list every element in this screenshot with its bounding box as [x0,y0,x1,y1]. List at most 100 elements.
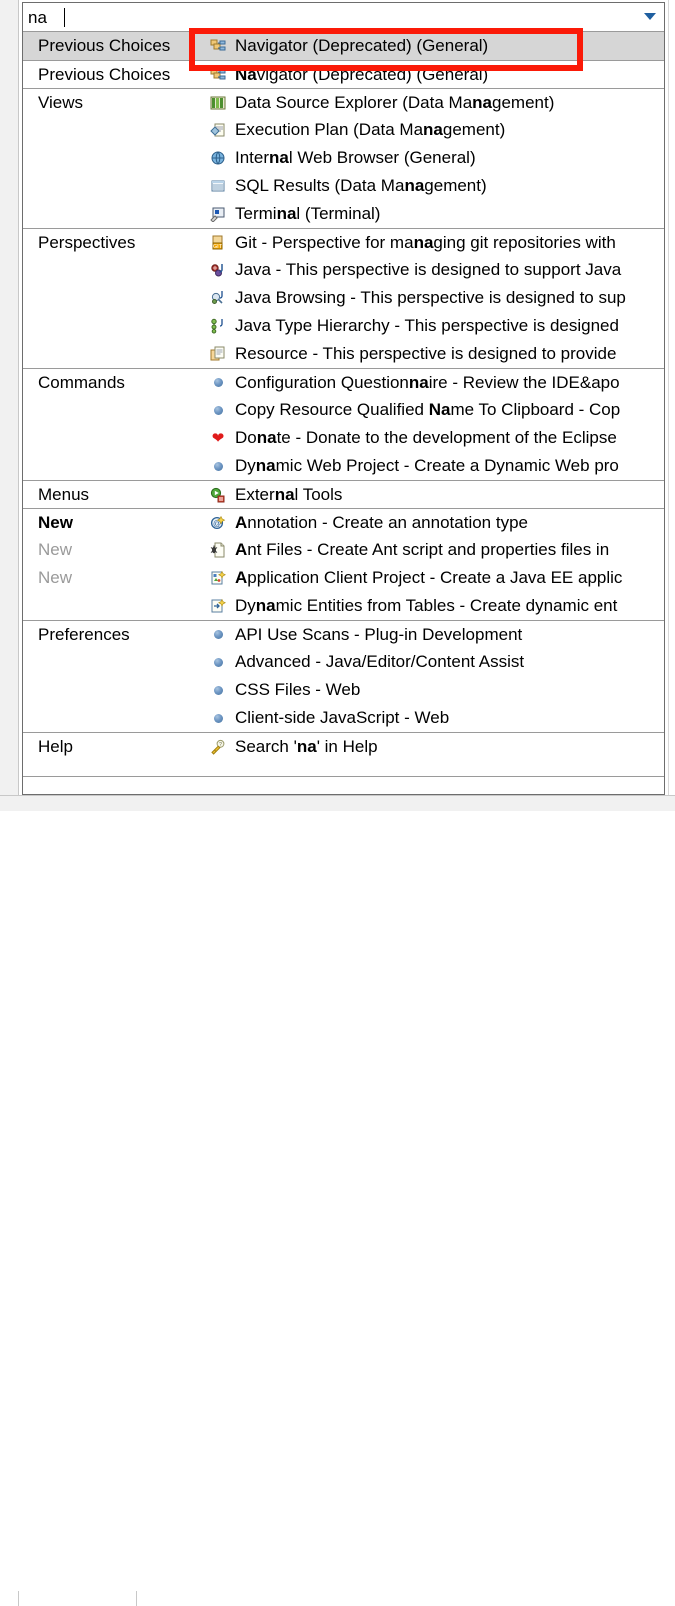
quick-access-search-row[interactable] [23,3,664,32]
result-row[interactable]: Client-side JavaScript - Web [23,704,664,732]
match-highlight: Na [235,65,257,84]
donate-heart-icon: ❤ [203,432,233,445]
java-type-hierarchy-icon [203,318,233,334]
result-label: Application Client Project - Create a Ja… [233,568,664,588]
search-input[interactable] [28,6,618,29]
result-label: External Tools [233,485,664,505]
result-label: Internal Web Browser (General) [233,148,664,168]
result-row[interactable]: Dynamic Entities from Tables - Create dy… [23,592,664,620]
result-row[interactable]: ViewsData Source Explorer (Data Manageme… [23,88,664,116]
match-highlight: Na [429,400,451,419]
external-tools-icon [203,487,233,503]
navigator-view-icon [203,67,233,83]
result-label: Terminal (Terminal) [233,204,664,224]
result-row[interactable]: Copy Resource Qualified Name To Clipboar… [23,396,664,424]
result-label: SQL Results (Data Management) [233,176,664,196]
result-category-label: New [23,513,203,533]
result-category-label: Preferences [23,625,203,645]
result-row[interactable]: Advanced - Java/Editor/Content Assist [23,648,664,676]
command-dot-icon [203,378,233,387]
result-label: Java Type Hierarchy - This perspective i… [233,316,664,336]
command-dot-icon [203,462,233,471]
result-label: Navigator (Deprecated) (General) [233,36,664,56]
result-label: Execution Plan (Data Management) [233,120,664,140]
result-row[interactable]: Java Browsing - This perspective is desi… [23,284,664,312]
background-cell-divider [18,1591,19,1606]
result-label: Java Browsing - This perspective is desi… [233,288,664,308]
result-label: Client-side JavaScript - Web [233,708,664,728]
result-row[interactable]: CSS Files - Web [23,676,664,704]
result-label: API Use Scans - Plug-in Development [233,625,664,645]
result-label: Data Source Explorer (Data Management) [233,93,664,113]
result-category-label: New [23,540,203,560]
result-label: Dynamic Entities from Tables - Create dy… [233,596,664,616]
background-row-header-strip [0,0,19,810]
text-caret [64,8,65,27]
match-highlight: na [256,456,276,475]
match-highlight: na [269,148,289,167]
annotation-type-icon: @ [203,515,233,531]
result-row[interactable]: Terminal (Terminal) [23,200,664,228]
chevron-down-icon[interactable] [644,13,656,20]
result-row[interactable]: Execution Plan (Data Management) [23,116,664,144]
match-highlight: na [277,204,297,223]
result-label: Search 'na' in Help [233,737,664,757]
result-row[interactable]: Previous ChoicesNavigator (Deprecated) (… [23,60,664,88]
result-label: Donate - Donate to the development of th… [233,428,664,448]
result-row[interactable]: Perspectives GIT Git - Perspective for man… [23,228,664,256]
svg-text:GIT: GIT [213,244,223,250]
result-category-label: Help [23,737,203,757]
execution-plan-icon [203,122,233,138]
result-row[interactable]: Internal Web Browser (General) [23,144,664,172]
result-row[interactable]: Java Type Hierarchy - This perspective i… [23,312,664,340]
result-label: Resource - This perspective is designed … [233,344,664,364]
result-row[interactable]: NewAnt Files - Create Ant script and pro… [23,536,664,564]
result-row[interactable]: SQL Results (Data Management) [23,172,664,200]
match-highlight: na [472,93,492,112]
quick-access-popup: Previous ChoicesNavigator (Deprecated) (… [22,2,665,795]
result-row[interactable]: Resource - This perspective is designed … [23,340,664,368]
result-label: Java - This perspective is designed to s… [233,260,664,280]
result-label: Dynamic Web Project - Create a Dynamic W… [233,456,664,476]
application-client-project-icon [203,570,233,586]
result-category-label: Perspectives [23,233,203,253]
result-label: Annotation - Create an annotation type [233,513,664,533]
result-row[interactable]: Commands Configuration Questionnaire - Re… [23,368,664,396]
result-row[interactable]: Java - This perspective is designed to s… [23,256,664,284]
result-label: Navigator (Deprecated) (General) [233,65,664,85]
match-highlight: na [409,373,429,392]
results-list[interactable]: Previous ChoicesNavigator (Deprecated) (… [23,32,664,776]
ant-files-icon [203,542,233,558]
preference-dot-icon [203,658,233,667]
result-row[interactable]: NewApplication Client Project - Create a… [23,564,664,592]
result-row[interactable]: Dynamic Web Project - Create a Dynamic W… [23,452,664,480]
background-cell-divider [136,1591,137,1606]
command-dot-icon [203,406,233,415]
match-highlight: na [275,485,295,504]
result-label: Configuration Questionnaire - Review the… [233,373,664,393]
sql-results-icon [203,178,233,194]
match-highlight: na [423,120,443,139]
background-bottom-row [0,795,675,811]
result-label: Git - Perspective for managing git repos… [233,233,664,253]
preference-dot-icon [203,630,233,639]
results-footer [23,776,664,795]
result-row[interactable]: New@Annotation - Create an annotation ty… [23,508,664,536]
result-row[interactable]: MenusExternal Tools [23,480,664,508]
result-label: Copy Resource Qualified Name To Clipboar… [233,400,664,420]
result-row[interactable]: ❤Donate - Donate to the development of t… [23,424,664,452]
result-row[interactable]: Previous ChoicesNavigator (Deprecated) (… [23,32,664,60]
result-row[interactable]: Help?Search 'na' in Help [23,732,664,760]
internal-web-browser-icon [203,150,233,166]
match-highlight: A [235,513,247,532]
git-perspective-icon: GIT [203,235,233,251]
match-highlight: na [256,596,276,615]
match-highlight: na [414,233,434,252]
preference-dot-icon [203,714,233,723]
result-category-label: Commands [23,373,203,393]
result-row[interactable]: Preferences API Use Scans - Plug-in Devel… [23,620,664,648]
background-column-divider [668,0,669,795]
data-source-explorer-icon [203,95,233,111]
match-highlight: na [404,176,424,195]
navigator-view-icon [203,38,233,54]
